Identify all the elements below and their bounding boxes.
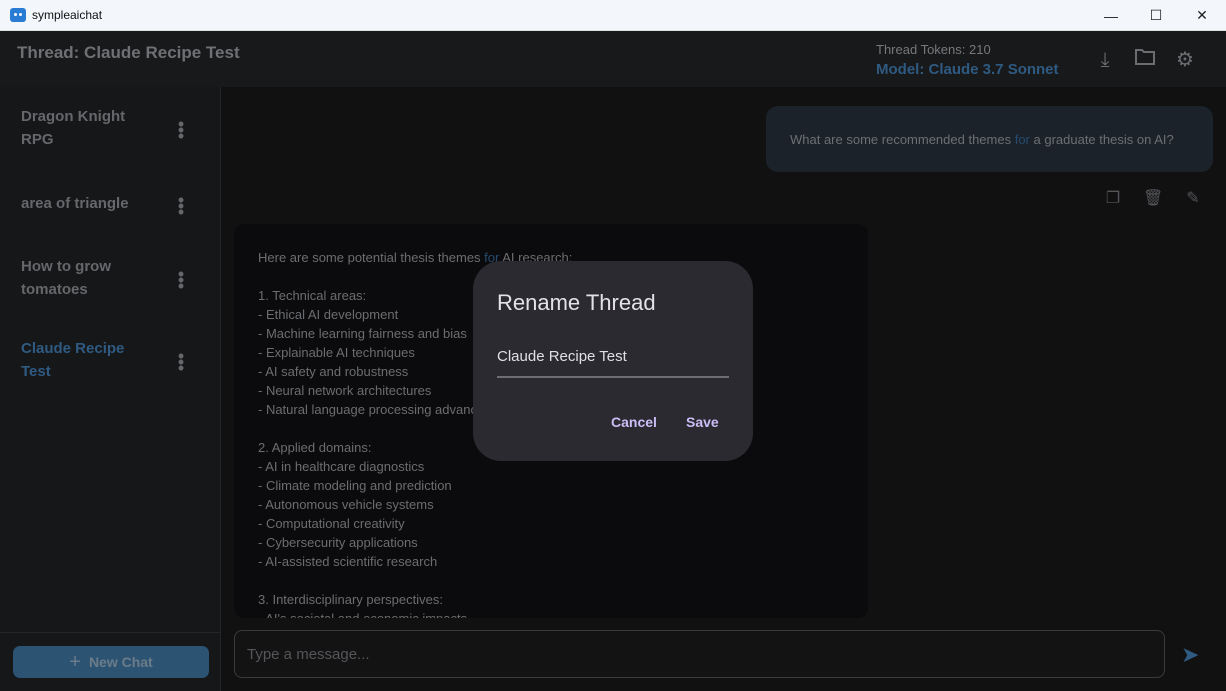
maximize-button[interactable]: ☐ [1133,0,1179,31]
close-button[interactable]: ✕ [1179,0,1225,31]
cancel-button[interactable]: Cancel [611,414,657,430]
send-icon[interactable]: ➤ [1181,642,1199,668]
new-chat-label: New Chat [88,654,153,670]
thread-label: Dragon Knight [21,108,126,125]
thread-label: RPG [21,131,54,148]
robot-app-icon [10,8,26,22]
user-message: What are some recommended themes for a g… [766,106,1213,172]
thread-label: Claude Recipe [21,340,125,357]
message-text: Here are some potential thesis themes [258,250,485,265]
thread-label: tomatoes [21,281,88,298]
delete-icon[interactable]: 🗑 [1143,188,1163,208]
plus-icon: + [69,650,81,673]
gear-icon[interactable]: ⚙ [1173,48,1197,72]
sidebar-item-claude-recipe-test[interactable]: Claude Recipe Test [21,337,171,383]
more-vert-icon[interactable]: • • • [176,115,186,145]
dialog-title: Rename Thread [497,290,656,315]
thread-tokens: Thread Tokens: 210 [876,42,991,57]
save-button[interactable]: Save [686,414,719,430]
new-chat-button[interactable]: + New Chat [13,646,209,678]
sidebar: Dragon Knight RPG • • • area of triangle • •… [0,87,221,691]
message-keyword: for [1014,132,1030,147]
message-input[interactable]: Type a message... [234,630,1165,678]
app-header: Thread: Claude Recipe Test Thread Tokens… [0,31,1226,87]
divider [0,632,221,633]
rename-thread-dialog: Rename Thread Claude Recipe Test Cancel … [473,261,753,461]
more-vert-icon[interactable]: • • • [176,191,186,221]
thread-name-input[interactable]: Claude Recipe Test [497,348,729,378]
more-vert-icon[interactable]: • • • [176,347,186,377]
sidebar-item-grow-tomatoes[interactable]: How to grow tomatoes [21,255,171,301]
minimize-button[interactable]: — [1088,0,1134,31]
page-title: Thread: Claude Recipe Test [17,43,240,62]
folder-icon[interactable] [1133,48,1157,72]
message-text: a graduate thesis on AI? [1029,132,1174,147]
window-title: sympleaichat [32,8,103,22]
thread-label: How to grow [21,258,111,275]
more-vert-icon[interactable]: • • • [176,265,186,295]
thread-label: Test [21,363,51,380]
window-titlebar: sympleaichat — ☐ ✕ [0,0,1226,31]
model-selector[interactable]: Model: Claude 3.7 Sonnet [876,61,1059,78]
thread-label: area of triangle [21,195,129,212]
message-text: What are some recommended themes [790,132,1015,147]
copy-icon[interactable]: ❐ [1103,188,1123,208]
sidebar-item-dragon-knight[interactable]: Dragon Knight RPG [21,105,171,151]
download-icon[interactable]: ⤓ [1093,48,1117,72]
edit-icon[interactable]: ✎ [1183,188,1203,208]
sidebar-item-area-of-triangle[interactable]: area of triangle [21,192,171,215]
